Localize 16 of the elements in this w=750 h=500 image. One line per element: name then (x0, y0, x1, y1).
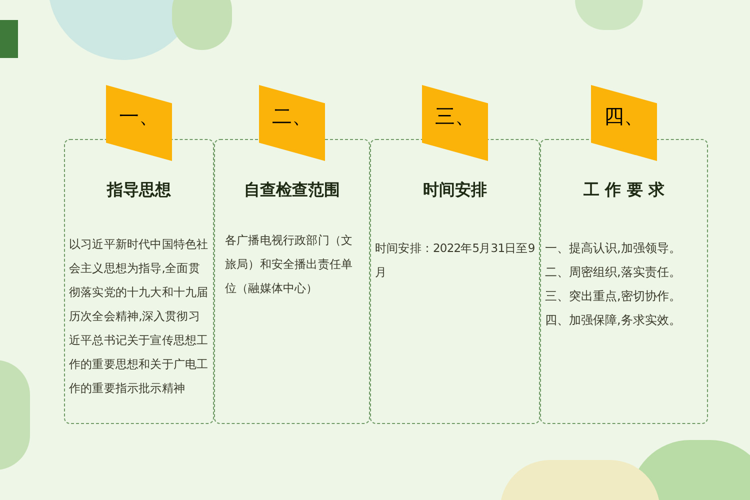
section-title: 工 作 要 求 (582, 179, 666, 201)
requirement-item: 四、加强保障,务求实效。 (545, 312, 682, 329)
section-title: 时间安排 (422, 179, 488, 201)
section-text: 各广播电视行政部门（文旅局）和安全播出责任单位（融媒体中心） (225, 232, 354, 297)
number-tag: 四、 (591, 85, 657, 161)
requirement-item: 一、提高认识,加强领导。 (545, 240, 682, 257)
number-tag: 二、 (259, 85, 325, 161)
section-title: 自查检查范围 (243, 179, 341, 201)
section-text: 以习近平新时代中国特色社会主义思想为指导,全面贯彻落实党的十九大和十九届历次全会精神,深入贯彻习近平总书记关于宣传思想工作的重要思想和关于广电工作的重要指示批示精神 (69, 236, 209, 397)
requirement-item: 三、突出重点,密切协作。 (545, 288, 682, 305)
accent-bar (0, 20, 18, 58)
section-title: 指导思想 (106, 179, 172, 201)
requirement-item: 二、周密组织,落实责任。 (545, 264, 682, 281)
number-tag: 一、 (106, 85, 172, 161)
number-tag: 三、 (422, 85, 488, 161)
section-text: 时间安排：2022年5月31日至9月 (375, 240, 535, 281)
